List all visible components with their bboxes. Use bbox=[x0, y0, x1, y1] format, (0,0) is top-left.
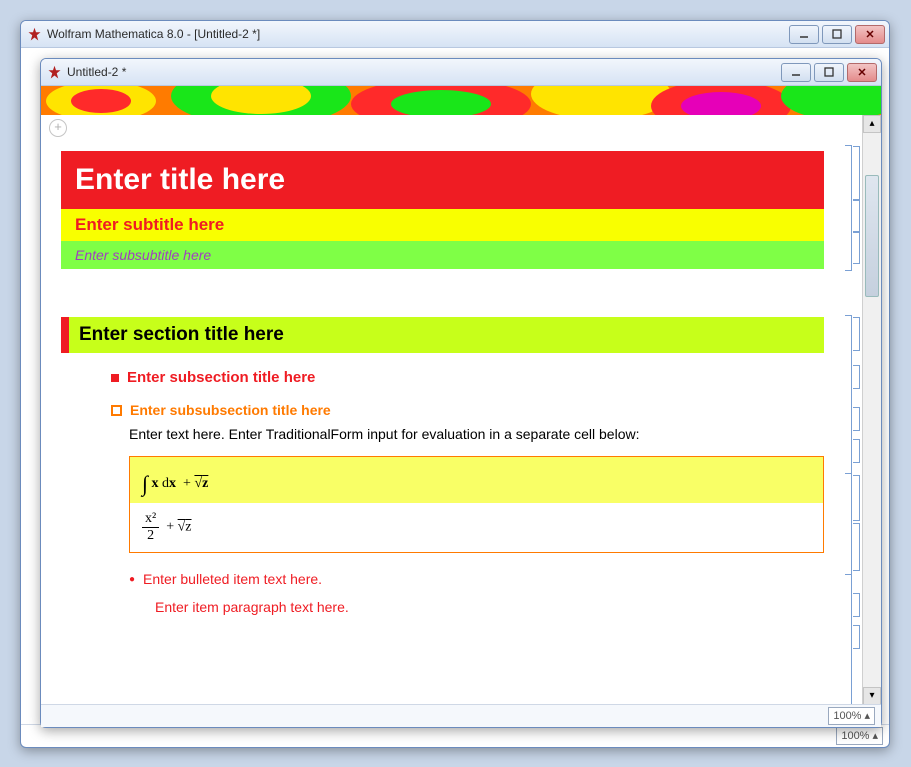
notebook-window: Untitled-2 * + Enter title here bbox=[40, 58, 882, 728]
close-button[interactable] bbox=[855, 25, 885, 44]
wolfram-icon bbox=[47, 65, 62, 80]
notebook-zoom-indicator[interactable]: 100% ▴ bbox=[828, 707, 875, 725]
scroll-up-button[interactable]: ▴ bbox=[863, 115, 881, 133]
cell-bracket[interactable] bbox=[853, 625, 860, 649]
sqrt-arg: z bbox=[202, 476, 208, 491]
sqrt-expr: √z bbox=[194, 476, 208, 491]
main-window-controls bbox=[789, 25, 885, 44]
section-cell[interactable]: Enter section title here bbox=[61, 317, 824, 353]
add-cell-button[interactable]: + bbox=[49, 119, 67, 137]
title-cell[interactable]: Enter title here bbox=[61, 151, 824, 209]
subsection-region: Enter subsection title here Enter subsub… bbox=[111, 369, 824, 615]
wolfram-icon bbox=[27, 27, 42, 42]
bulleted-item-cell[interactable]: Enter bulleted item text here. bbox=[129, 571, 824, 589]
cell-bracket[interactable] bbox=[853, 232, 860, 264]
output-cell[interactable]: x² 2 + √z bbox=[130, 503, 823, 552]
subsubsection-label: Enter subsubsection title here bbox=[130, 402, 331, 418]
cell-bracket[interactable] bbox=[853, 200, 860, 232]
notebook-banner-graphic bbox=[41, 86, 881, 116]
formula-group: ∫ x dx + √z x² 2 + √z bbox=[129, 456, 824, 553]
cell-bracket-column[interactable] bbox=[844, 115, 862, 705]
cell-bracket[interactable] bbox=[845, 145, 852, 271]
notebook-window-controls bbox=[781, 63, 877, 82]
bulleted-item-text: Enter bulleted item text here. bbox=[143, 571, 322, 589]
notebook-titlebar[interactable]: Untitled-2 * bbox=[41, 59, 881, 86]
input-cell[interactable]: ∫ x dx + √z bbox=[130, 457, 823, 503]
notebook-window-title: Untitled-2 * bbox=[67, 65, 781, 79]
zoom-up-icon: ▴ bbox=[872, 728, 878, 744]
subtitle-cell[interactable]: Enter subtitle here bbox=[61, 209, 824, 241]
fraction-den: 2 bbox=[142, 528, 159, 544]
differential-d: d bbox=[162, 476, 169, 491]
cell-bracket[interactable] bbox=[853, 407, 860, 431]
item-paragraph-cell[interactable]: Enter item paragraph text here. bbox=[155, 599, 824, 615]
main-zoom-indicator[interactable]: 100% ▴ bbox=[836, 727, 883, 745]
cell-bracket[interactable] bbox=[853, 439, 860, 463]
notebook-body: + Enter title here Enter subtitle here E… bbox=[41, 115, 881, 705]
cell-bracket[interactable] bbox=[853, 365, 860, 389]
filled-square-icon bbox=[111, 374, 119, 382]
notebook-content-area[interactable]: + Enter title here Enter subtitle here E… bbox=[41, 115, 844, 705]
subsection-cell[interactable]: Enter subsection title here bbox=[111, 369, 824, 386]
subsubtitle-cell[interactable]: Enter subsubtitle here bbox=[61, 241, 824, 269]
main-window-title: Wolfram Mathematica 8.0 - [Untitled-2 *] bbox=[47, 27, 789, 41]
main-zoom-value: 100% bbox=[841, 728, 869, 744]
main-titlebar[interactable]: Wolfram Mathematica 8.0 - [Untitled-2 *] bbox=[21, 21, 889, 48]
sqrt-expr: √z bbox=[178, 520, 192, 535]
vertical-scrollbar[interactable]: ▴ ▾ bbox=[862, 115, 881, 705]
maximize-button[interactable] bbox=[822, 25, 852, 44]
sqrt-arg: z bbox=[185, 520, 191, 535]
title-stack: Enter title here Enter subtitle here Ent… bbox=[61, 151, 824, 269]
subsection-label: Enter subsection title here bbox=[127, 369, 315, 386]
integrand-var: x bbox=[152, 476, 159, 491]
fraction-num: x² bbox=[142, 511, 159, 528]
scroll-thumb[interactable] bbox=[865, 175, 879, 297]
integral-icon: ∫ bbox=[142, 471, 148, 496]
minimize-button[interactable] bbox=[781, 63, 811, 82]
fraction: x² 2 bbox=[142, 511, 159, 544]
notebook-status-bar: 100% ▴ bbox=[41, 704, 881, 727]
cell-bracket[interactable] bbox=[853, 317, 860, 351]
cell-bracket[interactable] bbox=[853, 523, 860, 571]
scroll-down-button[interactable]: ▾ bbox=[863, 687, 881, 705]
diff-var: x bbox=[169, 476, 176, 491]
close-button[interactable] bbox=[847, 63, 877, 82]
text-cell[interactable]: Enter text here. Enter TraditionalForm i… bbox=[129, 426, 824, 442]
zoom-up-icon: ▴ bbox=[864, 708, 870, 724]
cell-bracket[interactable] bbox=[853, 475, 860, 521]
subsubsection-cell[interactable]: Enter subsubsection title here bbox=[111, 402, 824, 418]
open-square-icon bbox=[111, 405, 122, 416]
notebook-zoom-value: 100% bbox=[833, 708, 861, 724]
minimize-button[interactable] bbox=[789, 25, 819, 44]
maximize-button[interactable] bbox=[814, 63, 844, 82]
cell-bracket[interactable] bbox=[853, 146, 860, 200]
cell-bracket[interactable] bbox=[853, 593, 860, 617]
cell-bracket[interactable] bbox=[845, 473, 852, 575]
